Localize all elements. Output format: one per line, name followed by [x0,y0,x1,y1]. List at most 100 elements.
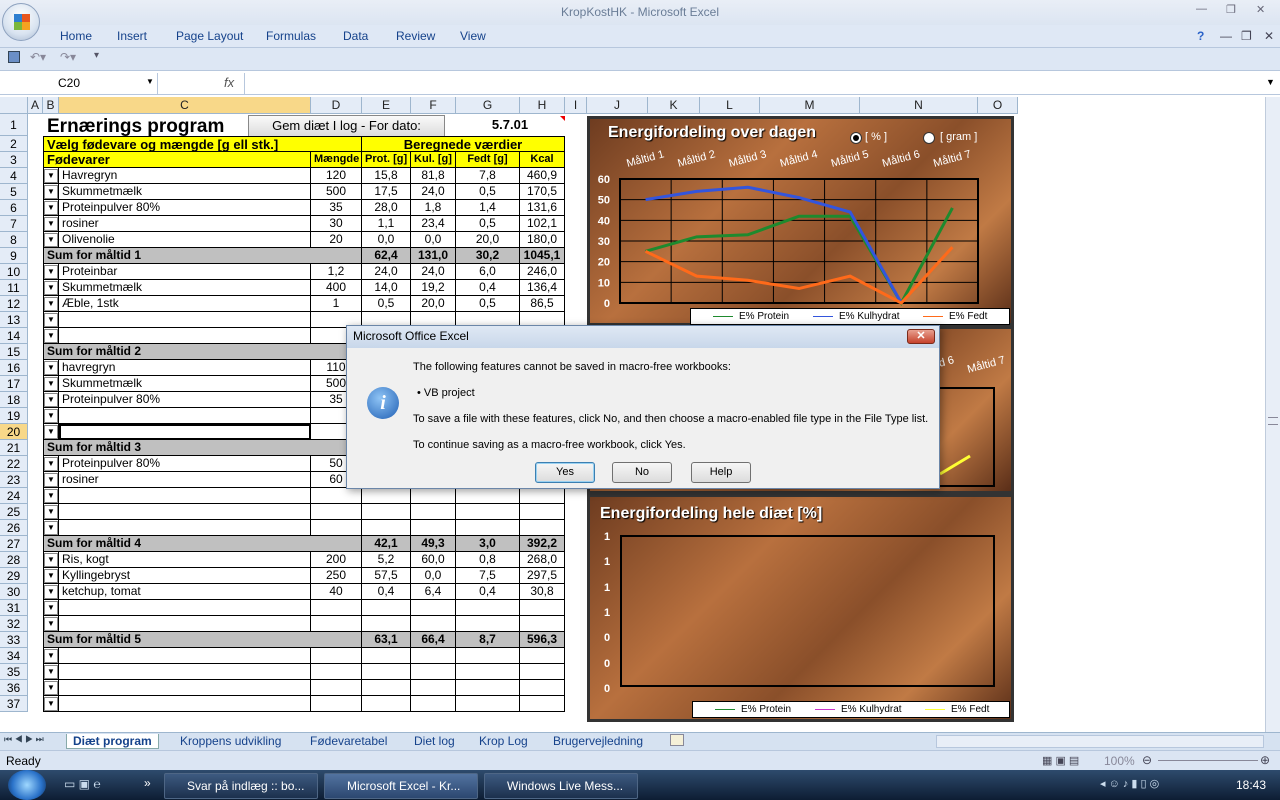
food-cell[interactable] [59,408,311,424]
col-header-I[interactable]: I [565,97,587,114]
food-dropdown-icon[interactable]: ▼ [44,681,58,695]
food-dropdown-icon[interactable]: ▼ [44,313,58,327]
food-cell[interactable]: Proteinpulver 80% [59,200,311,216]
taskbar-btn-excel[interactable]: Microsoft Excel - Kr... [324,773,478,799]
food-dropdown-icon[interactable]: ▼ [44,569,58,583]
zoom-out-icon[interactable]: ⊖ [1142,753,1152,767]
col-header-D[interactable]: D [311,97,362,114]
sheet-tab-brugervejledning[interactable]: Brugervejledning [553,734,643,748]
food-cell[interactable]: Skummetmælk [59,280,311,296]
food-cell[interactable]: Proteinbar [59,264,311,280]
food-dropdown-icon[interactable]: ▼ [44,233,58,247]
ribbon-close-icon[interactable]: ✕ [1264,29,1274,43]
row-header[interactable]: 10 [0,264,28,280]
food-dropdown-icon[interactable]: ▼ [44,473,58,487]
food-dropdown-icon[interactable]: ▼ [44,617,58,631]
food-cell[interactable]: rosiner [59,472,311,488]
food-dropdown-icon[interactable]: ▼ [44,585,58,599]
food-cell[interactable] [59,488,311,504]
food-dropdown-icon[interactable]: ▼ [44,185,58,199]
row-header[interactable]: 21 [0,440,28,456]
qty-cell[interactable] [311,664,362,680]
row-header[interactable]: 22 [0,456,28,472]
row-header[interactable]: 24 [0,488,28,504]
food-cell[interactable]: havregryn [59,360,311,376]
office-button[interactable] [2,3,40,41]
row-header[interactable]: 9 [0,248,28,264]
food-cell[interactable] [59,616,311,632]
ribbon-restore-icon[interactable]: ❐ [1241,29,1252,43]
food-cell[interactable]: ketchup, tomat [59,584,311,600]
tab-page-layout[interactable]: Page Layout [176,29,243,43]
food-dropdown-icon[interactable]: ▼ [44,425,58,439]
food-dropdown-icon[interactable]: ▼ [44,649,58,663]
row-header[interactable]: 35 [0,664,28,680]
quick-launch-icons[interactable]: ▭ ▣ ℮ [64,777,101,791]
sheet-tab-kroplog[interactable]: Krop Log [479,734,528,748]
food-cell[interactable]: Olivenolie [59,232,311,248]
food-cell[interactable] [59,664,311,680]
row-header[interactable]: 30 [0,584,28,600]
vertical-scrollbar[interactable] [1265,97,1280,732]
food-cell[interactable]: Skummetmælk [59,376,311,392]
tab-data[interactable]: Data [343,29,368,43]
name-box[interactable]: C20 [0,73,158,94]
food-dropdown-icon[interactable]: ▼ [44,665,58,679]
food-cell[interactable]: Kyllingebryst [59,568,311,584]
row-header[interactable]: 1 [0,114,28,136]
taskbar-btn-browser[interactable]: Svar på indlæg :: bo... [164,773,318,799]
col-header-C[interactable]: C [59,97,311,114]
yes-button[interactable]: Yes [535,462,595,483]
sheet-tab-dietlog[interactable]: Diet log [414,734,455,748]
row-header[interactable]: 27 [0,536,28,552]
qty-cell[interactable]: 1,2 [311,264,362,280]
food-cell[interactable]: Ris, kogt [59,552,311,568]
expand-formula-icon[interactable]: ▼ [1266,77,1275,87]
qty-cell[interactable]: 1 [311,296,362,312]
zoom-in-icon[interactable]: ⊕ [1260,753,1270,767]
food-dropdown-icon[interactable]: ▼ [44,505,58,519]
help-icon[interactable]: ? [1197,29,1204,43]
food-dropdown-icon[interactable]: ▼ [44,377,58,391]
col-header-F[interactable]: F [411,97,456,114]
tab-review[interactable]: Review [396,29,435,43]
row-header[interactable]: 16 [0,360,28,376]
food-cell[interactable]: Havregryn [59,168,311,184]
food-dropdown-icon[interactable]: ▼ [44,553,58,567]
qty-cell[interactable]: 40 [311,584,362,600]
qty-cell[interactable]: 200 [311,552,362,568]
row-header[interactable]: 17 [0,376,28,392]
food-dropdown-icon[interactable]: ▼ [44,393,58,407]
col-header-A[interactable]: A [28,97,43,114]
food-cell[interactable] [59,680,311,696]
qty-cell[interactable] [311,616,362,632]
tab-home[interactable]: Home [60,29,92,43]
sheet-tab-diaet[interactable]: Diæt program [66,734,159,749]
fx-icon[interactable]: fx [224,75,234,90]
customize-qat-icon[interactable]: ▾ [94,50,99,61]
sheet-tab-kroppens[interactable]: Kroppens udvikling [180,734,281,748]
tab-formulas[interactable]: Formulas [266,29,316,43]
row-header[interactable]: 4 [0,168,28,184]
restore-icon[interactable]: ❐ [1226,3,1236,16]
food-dropdown-icon[interactable]: ▼ [44,521,58,535]
row-header[interactable]: 25 [0,504,28,520]
row-header[interactable]: 2 [0,136,28,152]
insert-sheet-icon[interactable] [670,734,684,746]
qty-cell[interactable]: 400 [311,280,362,296]
row-header[interactable]: 8 [0,232,28,248]
qty-cell[interactable]: 500 [311,184,362,200]
col-header-J[interactable]: J [587,97,648,114]
row-header[interactable]: 14 [0,328,28,344]
food-cell[interactable] [59,600,311,616]
food-dropdown-icon[interactable]: ▼ [44,281,58,295]
food-dropdown-icon[interactable]: ▼ [44,217,58,231]
log-button[interactable]: Gem diæt I log - For dato: [248,115,445,137]
redo-icon[interactable]: ↷▾ [60,50,76,64]
tray-icons[interactable]: ◂ ☺ ♪ ▮ ▯ ◎ [1100,777,1159,790]
row-header[interactable]: 6 [0,200,28,216]
row-header[interactable]: 3 [0,152,28,168]
food-cell[interactable]: rosiner [59,216,311,232]
help-button[interactable]: Help [691,462,751,483]
zoom-slider[interactable] [1158,760,1258,761]
